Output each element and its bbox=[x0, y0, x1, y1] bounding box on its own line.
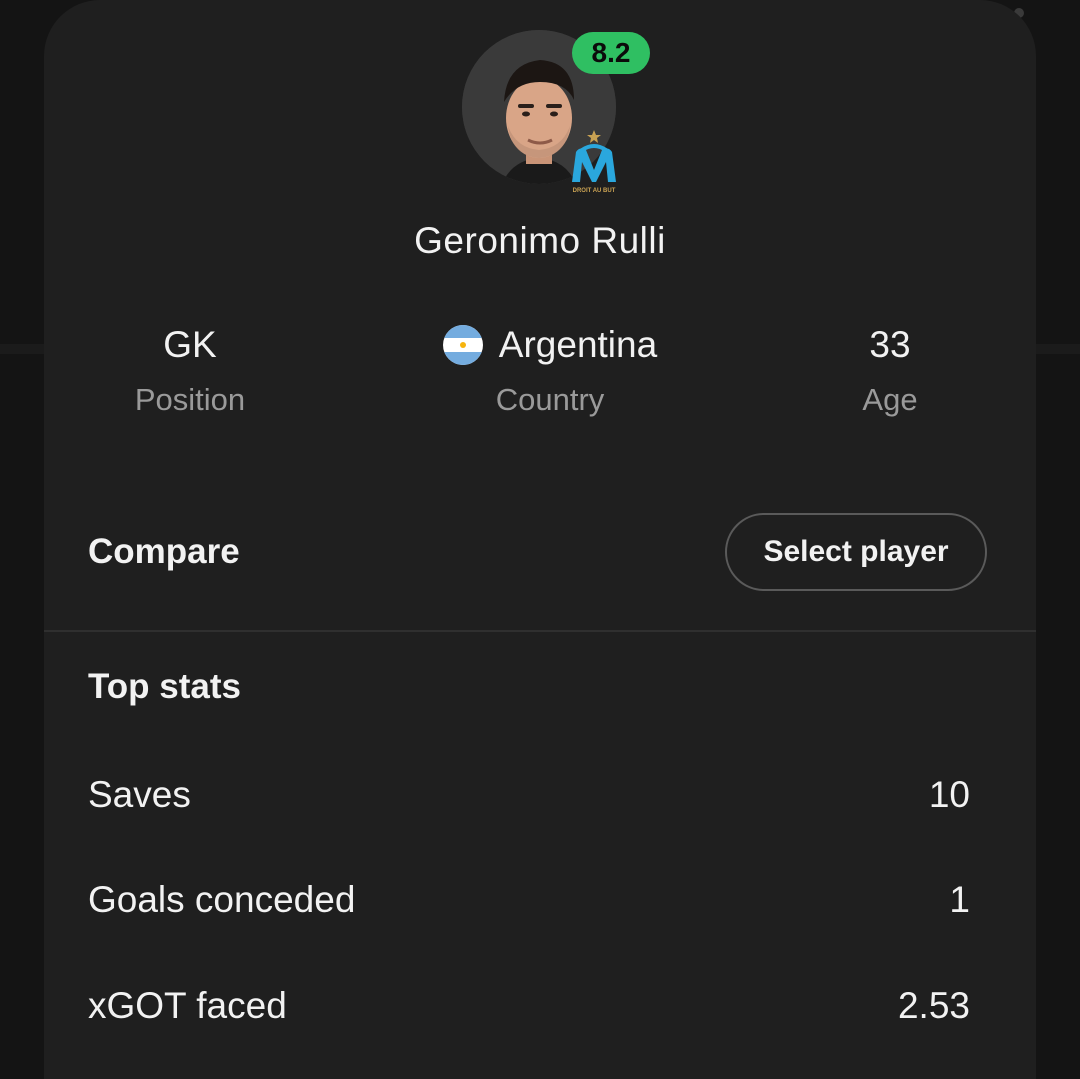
position-value: GK bbox=[163, 324, 217, 365]
background-divider bbox=[1036, 344, 1080, 354]
country-value: Argentina bbox=[498, 324, 658, 365]
compare-label: Compare bbox=[88, 532, 240, 571]
info-country: Argentina Country bbox=[400, 322, 700, 418]
argentina-flag-icon bbox=[442, 325, 483, 365]
stat-row-goals-conceded: Goals conceded 1 bbox=[88, 879, 970, 929]
age-value: 33 bbox=[869, 324, 911, 365]
stat-row-xgot-faced: xGOT faced 2.53 bbox=[88, 985, 970, 1035]
stat-label: xGOT faced bbox=[88, 985, 287, 1026]
age-label: Age bbox=[862, 382, 918, 417]
stat-label: Goals conceded bbox=[88, 879, 356, 920]
player-sheet: 8.2 DROIT AU BUT Geronimo Rulli GK Posit… bbox=[44, 0, 1036, 1079]
rating-badge: 8.2 bbox=[572, 32, 650, 74]
select-player-button[interactable]: Select player bbox=[725, 513, 987, 591]
stat-value: 1 bbox=[949, 879, 970, 920]
background-divider bbox=[0, 344, 44, 354]
stat-label: Saves bbox=[88, 774, 191, 815]
country-label: Country bbox=[495, 382, 605, 417]
stat-row-saves: Saves 10 bbox=[88, 774, 970, 824]
position-label: Position bbox=[134, 382, 246, 417]
top-stats-title: Top stats bbox=[88, 667, 241, 706]
player-header: 8.2 DROIT AU BUT bbox=[462, 30, 650, 194]
club-motto: DROIT AU BUT bbox=[573, 188, 616, 194]
section-divider bbox=[44, 630, 1036, 632]
info-age: 33 Age bbox=[740, 322, 1040, 418]
player-name: Geronimo Rulli bbox=[414, 220, 666, 261]
stat-value: 2.53 bbox=[897, 985, 970, 1026]
olympique-marseille-crest-icon: DROIT AU BUT bbox=[566, 128, 622, 198]
country-value-row: Argentina bbox=[400, 322, 700, 368]
info-position: GK Position bbox=[40, 322, 340, 418]
stat-value: 10 bbox=[928, 774, 970, 815]
